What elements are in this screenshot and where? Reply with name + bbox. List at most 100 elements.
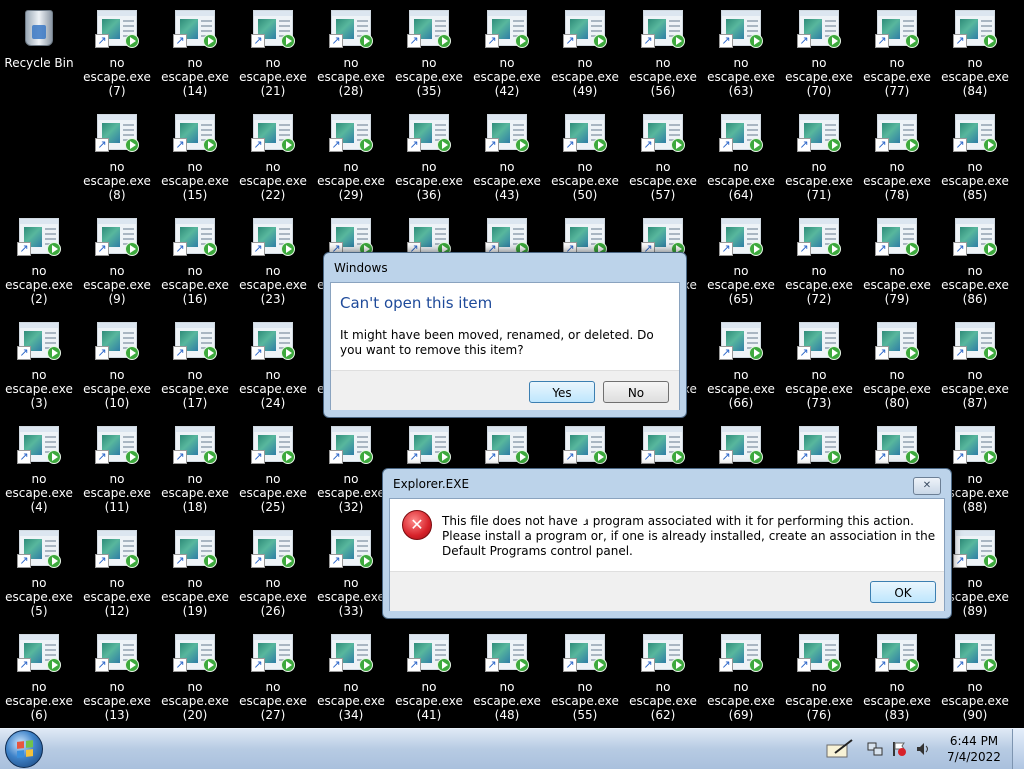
icon-label: no escape.exe (71) [785, 160, 853, 202]
exe-shortcut-icon[interactable]: ↗ no escape.exe (18) [156, 416, 234, 514]
shortcut-arrow-icon: ↗ [17, 554, 31, 568]
exe-shortcut-icon[interactable]: ↗ no escape.exe (66) [702, 312, 780, 410]
exe-shortcut-icon[interactable]: ↗ no escape.exe (87) [936, 312, 1014, 410]
clock[interactable]: 6:44 PM 7/4/2022 [943, 733, 1005, 765]
play-badge-icon [281, 658, 295, 672]
exe-shortcut-icon[interactable]: ↗ no escape.exe (90) [936, 624, 1014, 722]
exe-shortcut-icon[interactable]: ↗ no escape.exe (24) [234, 312, 312, 410]
show-desktop-button[interactable] [1012, 729, 1024, 769]
error-icon: ✕ [402, 510, 432, 540]
play-badge-icon [281, 450, 295, 464]
exe-shortcut-icon[interactable]: ↗ no escape.exe (12) [78, 520, 156, 618]
icon-label: no escape.exe (64) [707, 160, 775, 202]
shortcut-arrow-icon: ↗ [797, 242, 811, 256]
ok-button[interactable]: OK [870, 581, 936, 603]
exe-shortcut-icon[interactable]: ↗ no escape.exe (6) [0, 624, 78, 722]
exe-shortcut-icon[interactable]: ↗ no escape.exe (71) [780, 104, 858, 202]
play-badge-icon [827, 450, 841, 464]
program-icon: ↗ [407, 632, 451, 676]
shortcut-arrow-icon: ↗ [953, 34, 967, 48]
exe-shortcut-icon[interactable]: ↗ no escape.exe (76) [780, 624, 858, 722]
recycle-bin-icon[interactable]: Recycle Bin [0, 0, 78, 92]
exe-shortcut-icon[interactable]: ↗ no escape.exe (72) [780, 208, 858, 306]
exe-shortcut-icon[interactable]: ↗ no escape.exe (10) [78, 312, 156, 410]
exe-shortcut-icon[interactable]: ↗ no escape.exe (69) [702, 624, 780, 722]
exe-shortcut-icon[interactable]: ↗ no escape.exe (21) [234, 0, 312, 98]
exe-shortcut-icon[interactable]: ↗ no escape.exe (73) [780, 312, 858, 410]
exe-shortcut-icon[interactable]: ↗ no escape.exe (55) [546, 624, 624, 722]
exe-shortcut-icon[interactable]: ↗ no escape.exe (14) [156, 0, 234, 98]
exe-shortcut-icon[interactable]: ↗ no escape.exe (2) [0, 208, 78, 306]
exe-shortcut-icon[interactable]: ↗ no escape.exe (84) [936, 0, 1014, 98]
start-button[interactable] [5, 730, 43, 768]
exe-shortcut-icon[interactable]: ↗ no escape.exe (28) [312, 0, 390, 98]
exe-shortcut-icon[interactable]: ↗ no escape.exe (64) [702, 104, 780, 202]
play-badge-icon [515, 138, 529, 152]
volume-icon[interactable] [915, 741, 931, 757]
exe-shortcut-icon[interactable]: ↗ no escape.exe (16) [156, 208, 234, 306]
exe-shortcut-icon[interactable]: ↗ no escape.exe (17) [156, 312, 234, 410]
exe-shortcut-icon[interactable]: ↗ no escape.exe (62) [624, 624, 702, 722]
exe-shortcut-icon[interactable]: ↗ no escape.exe (33) [312, 520, 390, 618]
exe-shortcut-icon[interactable]: ↗ no escape.exe (22) [234, 104, 312, 202]
exe-shortcut-icon[interactable]: ↗ no escape.exe (36) [390, 104, 468, 202]
exe-shortcut-icon[interactable]: ↗ no escape.exe (80) [858, 312, 936, 410]
exe-shortcut-icon[interactable]: ↗ no escape.exe (20) [156, 624, 234, 722]
close-button[interactable]: ✕ [913, 477, 941, 495]
exe-shortcut-icon[interactable]: ↗ no escape.exe (78) [858, 104, 936, 202]
play-badge-icon [827, 346, 841, 360]
play-badge-icon [125, 138, 139, 152]
exe-shortcut-icon[interactable]: ↗ no escape.exe (9) [78, 208, 156, 306]
exe-shortcut-icon[interactable]: ↗ no escape.exe (42) [468, 0, 546, 98]
exe-shortcut-icon[interactable]: ↗ no escape.exe (48) [468, 624, 546, 722]
exe-shortcut-icon[interactable]: ↗ no escape.exe (27) [234, 624, 312, 722]
exe-shortcut-icon[interactable]: ↗ no escape.exe (3) [0, 312, 78, 410]
exe-shortcut-icon[interactable]: ↗ no escape.exe (29) [312, 104, 390, 202]
exe-shortcut-icon[interactable]: ↗ no escape.exe (50) [546, 104, 624, 202]
action-center-flag-icon[interactable] [891, 741, 907, 757]
exe-shortcut-icon[interactable]: ↗ no escape.exe (4) [0, 416, 78, 514]
icon-label: no escape.exe (78) [863, 160, 931, 202]
exe-shortcut-icon[interactable]: ↗ no escape.exe (11) [78, 416, 156, 514]
no-button[interactable]: No [603, 381, 669, 403]
yes-button[interactable]: Yes [529, 381, 595, 403]
exe-shortcut-icon[interactable]: ↗ no escape.exe (85) [936, 104, 1014, 202]
program-icon: ↗ [485, 424, 529, 468]
icon-label: no escape.exe (70) [785, 56, 853, 98]
play-badge-icon [905, 34, 919, 48]
exe-shortcut-icon[interactable]: ↗ no escape.exe (26) [234, 520, 312, 618]
exe-shortcut-icon[interactable]: ↗ no escape.exe (25) [234, 416, 312, 514]
exe-shortcut-icon[interactable]: ↗ no escape.exe (56) [624, 0, 702, 98]
exe-shortcut-icon[interactable]: ↗ no escape.exe (13) [78, 624, 156, 722]
play-badge-icon [983, 346, 997, 360]
exe-shortcut-icon[interactable]: ↗ no escape.exe (5) [0, 520, 78, 618]
exe-shortcut-icon[interactable]: ↗ no escape.exe (23) [234, 208, 312, 306]
exe-shortcut-icon[interactable]: ↗ no escape.exe (77) [858, 0, 936, 98]
exe-shortcut-icon[interactable]: ↗ no escape.exe (86) [936, 208, 1014, 306]
exe-shortcut-icon[interactable]: ↗ no escape.exe (49) [546, 0, 624, 98]
exe-shortcut-icon[interactable]: ↗ no escape.exe (35) [390, 0, 468, 98]
exe-shortcut-icon[interactable]: ↗ no escape.exe (70) [780, 0, 858, 98]
exe-shortcut-icon[interactable]: ↗ no escape.exe (8) [78, 104, 156, 202]
exe-shortcut-icon[interactable]: ↗ no escape.exe (79) [858, 208, 936, 306]
exe-shortcut-icon[interactable]: ↗ no escape.exe (32) [312, 416, 390, 514]
dialog-footer: Yes No [331, 370, 679, 410]
exe-shortcut-icon[interactable]: ↗ no escape.exe (43) [468, 104, 546, 202]
network-icon[interactable] [867, 741, 883, 757]
exe-shortcut-icon[interactable]: ↗ no escape.exe (15) [156, 104, 234, 202]
exe-shortcut-icon[interactable]: ↗ no escape.exe (63) [702, 0, 780, 98]
exe-shortcut-icon[interactable]: ↗ no escape.exe (41) [390, 624, 468, 722]
exe-shortcut-icon[interactable]: ↗ no escape.exe (34) [312, 624, 390, 722]
exe-shortcut-icon[interactable]: ↗ no escape.exe (19) [156, 520, 234, 618]
exe-shortcut-icon[interactable]: ↗ no escape.exe (65) [702, 208, 780, 306]
windows-logo-icon [17, 740, 33, 758]
shortcut-arrow-icon: ↗ [485, 34, 499, 48]
program-icon: ↗ [251, 632, 295, 676]
exe-shortcut-icon[interactable]: ↗ no escape.exe (57) [624, 104, 702, 202]
clock-time: 6:44 PM [949, 734, 999, 748]
shortcut-arrow-icon: ↗ [563, 138, 577, 152]
pen-input-icon[interactable] [826, 739, 854, 759]
exe-shortcut-icon[interactable]: ↗ no escape.exe (7) [78, 0, 156, 98]
icon-label: no escape.exe (26) [239, 576, 307, 618]
exe-shortcut-icon[interactable]: ↗ no escape.exe (83) [858, 624, 936, 722]
